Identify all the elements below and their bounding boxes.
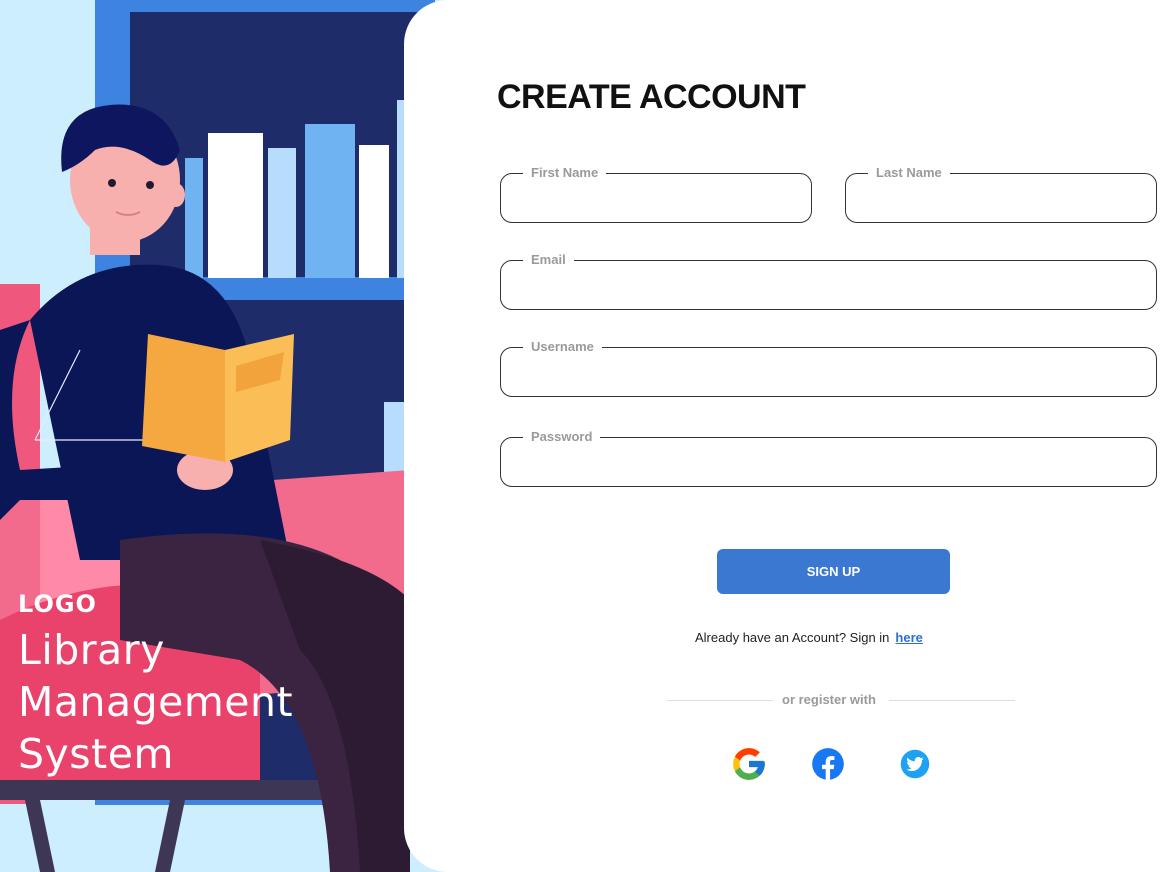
first-name-field: First Name bbox=[500, 164, 812, 223]
divider-line-right bbox=[889, 700, 1015, 701]
email-label: Email bbox=[523, 251, 574, 269]
twitter-signup-button[interactable] bbox=[896, 745, 934, 783]
last-name-field: Last Name bbox=[845, 164, 1157, 223]
signup-form-panel: CREATE ACCOUNT First Name Last Name Emai… bbox=[404, 0, 1163, 872]
password-field: Password bbox=[500, 428, 1157, 487]
last-name-label: Last Name bbox=[868, 164, 950, 182]
first-name-label: First Name bbox=[523, 164, 607, 182]
signup-button[interactable]: SIGN UP bbox=[717, 549, 950, 594]
signin-prompt-text: Already have an Account? Sign in bbox=[695, 630, 890, 645]
password-input[interactable] bbox=[515, 452, 1142, 476]
page-title: CREATE ACCOUNT bbox=[497, 78, 806, 116]
password-label: Password bbox=[523, 428, 601, 446]
brand-block: LOGO Library Management System bbox=[18, 590, 293, 780]
twitter-icon bbox=[900, 749, 930, 779]
google-icon bbox=[733, 748, 765, 780]
signin-prompt: Already have an Account? Sign in here bbox=[695, 630, 923, 645]
username-input[interactable] bbox=[515, 362, 1142, 386]
app-title: Library Management System bbox=[18, 626, 294, 778]
facebook-icon bbox=[812, 748, 844, 780]
username-field: Username bbox=[500, 338, 1157, 397]
signin-link[interactable]: here bbox=[895, 630, 922, 645]
username-label: Username bbox=[523, 338, 602, 356]
first-name-input[interactable] bbox=[515, 188, 797, 212]
divider-line-left bbox=[667, 700, 773, 701]
logo: LOGO bbox=[18, 590, 97, 618]
facebook-signup-button[interactable] bbox=[809, 745, 847, 783]
email-input[interactable] bbox=[515, 275, 1142, 299]
email-field: Email bbox=[500, 251, 1157, 310]
divider-text: or register with bbox=[782, 692, 876, 707]
illustration-panel: LOGO Library Management System bbox=[0, 0, 460, 872]
last-name-input[interactable] bbox=[860, 188, 1142, 212]
register-divider: or register with bbox=[667, 691, 1015, 709]
google-signup-button[interactable] bbox=[730, 745, 768, 783]
